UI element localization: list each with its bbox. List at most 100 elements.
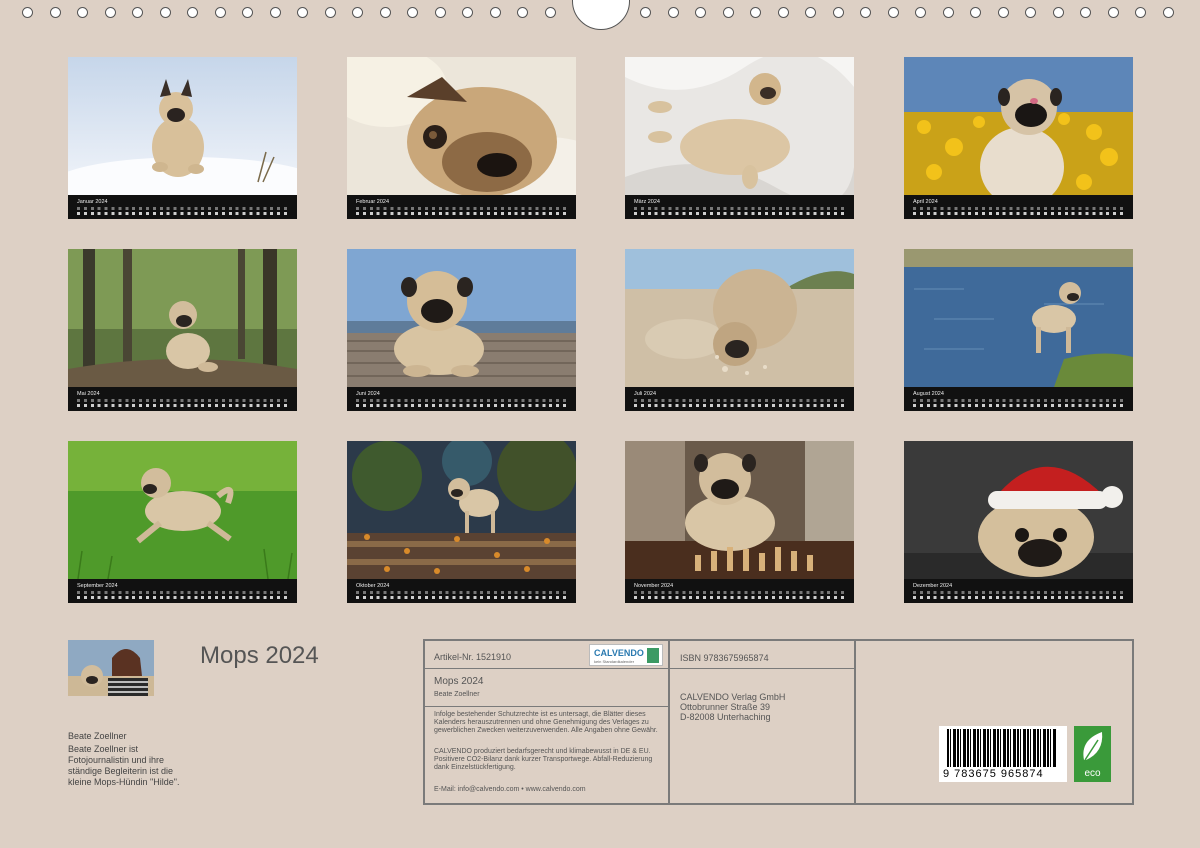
weekday-row — [634, 399, 848, 402]
binding-hole — [667, 7, 679, 18]
author-name: Beate Zoellner — [68, 731, 127, 741]
binding-hole — [49, 7, 61, 18]
weekday-row — [634, 207, 848, 210]
month-tile-march: März 2024 — [625, 57, 854, 219]
publisher-name: CALVENDO Verlag GmbH — [680, 692, 786, 702]
day-number-row — [913, 404, 1127, 407]
divider — [854, 639, 856, 805]
article-number: Artikel-Nr. 1521910 — [434, 652, 512, 662]
binding-hole — [379, 7, 391, 18]
calendar-strip: Dezember 2024 — [904, 579, 1133, 603]
month-name: Juli 2024 — [634, 391, 657, 397]
binding-hole — [1025, 7, 1036, 18]
binding-hole — [750, 7, 761, 18]
weekday-row — [913, 591, 1127, 594]
eco-text: CALVENDO produziert bedarfsgerecht und k… — [434, 748, 653, 771]
binding-hole — [887, 7, 899, 18]
weekday-row — [913, 207, 1127, 210]
calendar-strip: Mai 2024 — [68, 387, 297, 411]
photo-may — [68, 249, 297, 387]
day-number-row — [913, 212, 1127, 215]
calendar-strip: November 2024 — [625, 579, 854, 603]
author-bio: Beate Zoellner ist Fotojournalistin und … — [68, 744, 180, 787]
photo-december — [904, 441, 1133, 579]
calendar-strip: Juni 2024 — [347, 387, 576, 411]
logo-mark-icon — [647, 648, 659, 663]
month-name: Mai 2024 — [77, 391, 100, 397]
eco-label: eco — [1084, 768, 1101, 779]
binding-hole — [777, 7, 789, 18]
photo-august — [904, 249, 1133, 387]
photo-february — [347, 57, 576, 195]
binding-hole — [832, 7, 844, 18]
day-number-row — [634, 212, 848, 215]
leaf-icon — [1083, 732, 1103, 761]
binding-hole — [269, 7, 281, 18]
divider — [669, 668, 855, 669]
month-tile-january: Januar 2024 — [68, 57, 297, 219]
binding-hole — [104, 7, 116, 18]
month-name: Dezember 2024 — [913, 583, 953, 589]
photo-april — [904, 57, 1133, 195]
hanger-cutout — [572, 0, 630, 30]
photo-january — [68, 57, 297, 195]
binding-hole — [1080, 7, 1091, 18]
binding-hole — [915, 7, 926, 18]
month-tile-september: September 2024 — [68, 441, 297, 603]
calendar-strip: Oktober 2024 — [347, 579, 576, 603]
day-number-row — [356, 404, 570, 407]
binding-hole — [1135, 7, 1146, 18]
spiral-binding — [0, 0, 1200, 30]
author-photo — [68, 640, 154, 696]
day-number-row — [356, 596, 570, 599]
weekday-row — [356, 207, 570, 210]
photo-july — [625, 249, 854, 387]
barcode: 9 783675 965874 — [939, 726, 1067, 782]
binding-hole — [407, 7, 418, 18]
month-tile-december: Dezember 2024 — [904, 441, 1133, 603]
binding-hole — [805, 7, 816, 18]
month-name: September 2024 — [77, 583, 118, 589]
isbn: ISBN 9783675965874 — [680, 653, 769, 663]
day-number-row — [77, 596, 291, 599]
binding-hole — [214, 7, 226, 18]
month-tile-november: November 2024 — [625, 441, 854, 603]
barcode-bars — [947, 729, 1057, 767]
photo-march — [625, 57, 854, 195]
photo-september — [68, 441, 297, 579]
weekday-row — [913, 399, 1127, 402]
binding-hole — [1107, 7, 1119, 18]
day-number-row — [356, 212, 570, 215]
photo-november — [625, 441, 854, 579]
month-tile-july: Juli 2024 — [625, 249, 854, 411]
binding-hole — [517, 7, 528, 18]
barcode-number: 9 783675 965874 — [943, 768, 1044, 780]
calendar-strip: Januar 2024 — [68, 195, 297, 219]
binding-hole — [159, 7, 171, 18]
logo-subtext: kein Standardkalender — [594, 659, 635, 664]
binding-hole — [1052, 7, 1064, 18]
month-tile-may: Mai 2024 — [68, 249, 297, 411]
day-number-row — [913, 596, 1127, 599]
binding-hole — [489, 7, 501, 18]
month-tile-february: Februar 2024 — [347, 57, 576, 219]
binding-hole — [860, 7, 871, 18]
photo-june — [347, 249, 576, 387]
photo-october — [347, 441, 576, 579]
calvendo-logo: CALVENDO kein Standardkalender — [589, 644, 663, 666]
divider — [668, 639, 670, 805]
binding-hole — [22, 7, 33, 18]
month-name: August 2024 — [913, 391, 944, 397]
binding-hole — [242, 7, 253, 18]
month-name: Juni 2024 — [356, 391, 380, 397]
divider — [424, 706, 669, 707]
publisher-street: Ottobrunner Straße 39 — [680, 702, 771, 712]
day-number-row — [634, 404, 848, 407]
month-tile-august: August 2024 — [904, 249, 1133, 411]
logo-text: CALVENDO — [594, 648, 644, 658]
month-name: April 2024 — [913, 199, 938, 205]
month-tile-october: Oktober 2024 — [347, 441, 576, 603]
legal-text: Infolge bestehender Schutzrechte ist es … — [434, 711, 658, 734]
binding-hole — [695, 7, 706, 18]
product-author: Beate Zoellner — [434, 691, 480, 698]
